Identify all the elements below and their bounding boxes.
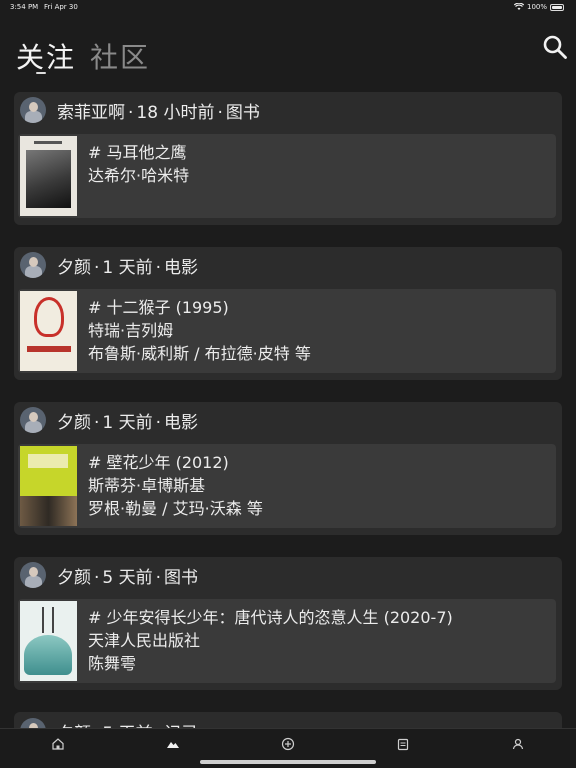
post-time: 1 天前 bbox=[102, 412, 153, 433]
item-extra: 罗根·勒曼 / 艾玛·沃森 等 bbox=[88, 499, 263, 518]
explore-icon[interactable] bbox=[166, 737, 180, 751]
item-title: # 少年安得长少年：唐代诗人的恣意人生 (2020-7) bbox=[88, 608, 453, 627]
profile-icon[interactable] bbox=[511, 737, 525, 751]
status-time: 3:54 PM bbox=[10, 3, 39, 11]
card-header: 夕颜 · 5 天前 · 图书 bbox=[20, 562, 198, 588]
tab-follow[interactable]: 关注 bbox=[16, 36, 76, 76]
item-title: # 马耳他之鹰 bbox=[88, 143, 187, 162]
home-icon[interactable] bbox=[51, 737, 65, 751]
battery-icon bbox=[550, 3, 564, 11]
item-creator: 天津人民出版社 bbox=[88, 631, 201, 650]
card-meta: 夕颜 · 1 天前 · 电影 bbox=[57, 412, 199, 433]
user-name[interactable]: 索菲亚啊 bbox=[57, 103, 125, 123]
movie-poster-image bbox=[20, 291, 77, 371]
item-title: # 壁花少年 (2012) bbox=[88, 453, 229, 472]
media-item[interactable]: # 壁花少年 (2012) 斯蒂芬·卓博斯基 罗根·勒曼 / 艾玛·沃森 等 bbox=[18, 444, 556, 528]
media-item[interactable]: # 十二猴子 (1995) 特瑞·吉列姆 布鲁斯·威利斯 / 布拉德·皮特 等 bbox=[18, 289, 556, 373]
avatar[interactable] bbox=[20, 407, 46, 433]
wifi-icon bbox=[513, 3, 524, 10]
card-header: 夕颜 · 1 天前 · 电影 bbox=[20, 252, 198, 278]
status-date: Fri Apr 30 bbox=[44, 3, 78, 11]
card-meta: 索菲亚啊 · 18 小时前 · 图书 bbox=[57, 102, 260, 123]
movie-poster-image bbox=[20, 446, 77, 526]
item-creator: 特瑞·吉列姆 bbox=[88, 321, 174, 340]
avatar[interactable] bbox=[20, 97, 46, 123]
add-icon[interactable] bbox=[281, 737, 295, 751]
item-extra: 布鲁斯·威利斯 / 布拉德·皮特 等 bbox=[88, 344, 311, 363]
search-icon[interactable] bbox=[542, 34, 568, 60]
post-category: 图书 bbox=[225, 102, 260, 123]
feed-card[interactable]: 夕颜 · 1 天前 · 电影 # 壁花少年 (2012) 斯蒂芬·卓博斯基 罗根·勒曼 … bbox=[14, 402, 562, 535]
post-time: 1 天前 bbox=[102, 257, 153, 278]
item-extra: 陈舞雩 bbox=[88, 654, 137, 673]
user-name[interactable]: 夕颜 bbox=[57, 258, 91, 278]
battery-percent: 100% bbox=[526, 3, 547, 11]
feed-card[interactable]: 索菲亚啊 · 18 小时前 · 图书 # 马耳他之鹰 达希尔·哈米特 bbox=[14, 92, 562, 225]
feed-card[interactable]: 夕颜 · 5 天前 · 图书 # 少年安得长少年：唐代诗人的恣意人生 (2020-7) … bbox=[14, 557, 562, 690]
item-title: # 十二猴子 (1995) bbox=[88, 298, 229, 317]
status-bar: 3:54 PM Fri Apr 30 100% bbox=[0, 0, 576, 14]
media-item[interactable]: # 少年安得长少年：唐代诗人的恣意人生 (2020-7) 天津人民出版社 陈舞雩 bbox=[18, 599, 556, 683]
book-cover-image bbox=[20, 136, 77, 216]
user-name[interactable]: 夕颜 bbox=[57, 568, 91, 588]
post-time: 5 天前 bbox=[102, 567, 153, 588]
card-meta: 夕颜 · 1 天前 · 电影 bbox=[57, 257, 199, 278]
book-cover-image bbox=[20, 601, 77, 681]
feed-card[interactable]: 夕颜 · 1 天前 · 电影 # 十二猴子 (1995) 特瑞·吉列姆 布鲁斯·威利斯 … bbox=[14, 247, 562, 380]
post-category: 电影 bbox=[164, 257, 199, 278]
item-creator: 斯蒂芬·卓博斯基 bbox=[88, 476, 206, 495]
top-header: 关注 社区 bbox=[0, 28, 576, 78]
item-creator: 达希尔·哈米特 bbox=[88, 166, 190, 185]
home-indicator bbox=[200, 760, 376, 764]
notes-icon[interactable] bbox=[396, 737, 410, 751]
active-tab-indicator bbox=[36, 72, 46, 74]
card-meta: 夕颜 · 5 天前 · 图书 bbox=[57, 567, 199, 588]
user-name[interactable]: 夕颜 bbox=[57, 413, 91, 433]
card-header: 索菲亚啊 · 18 小时前 · 图书 bbox=[20, 97, 260, 123]
post-category: 图书 bbox=[164, 567, 199, 588]
status-right: 100% bbox=[513, 3, 564, 11]
card-header: 夕颜 · 1 天前 · 电影 bbox=[20, 407, 198, 433]
post-category: 电影 bbox=[164, 412, 199, 433]
post-time: 18 小时前 bbox=[136, 102, 215, 123]
tab-community[interactable]: 社区 bbox=[90, 36, 150, 76]
avatar[interactable] bbox=[20, 252, 46, 278]
feed-list: 索菲亚啊 · 18 小时前 · 图书 # 马耳他之鹰 达希尔·哈米特 夕颜 · 1 天前 · 电… bbox=[14, 92, 562, 744]
avatar[interactable] bbox=[20, 562, 46, 588]
media-item[interactable]: # 马耳他之鹰 达希尔·哈米特 bbox=[18, 134, 556, 218]
